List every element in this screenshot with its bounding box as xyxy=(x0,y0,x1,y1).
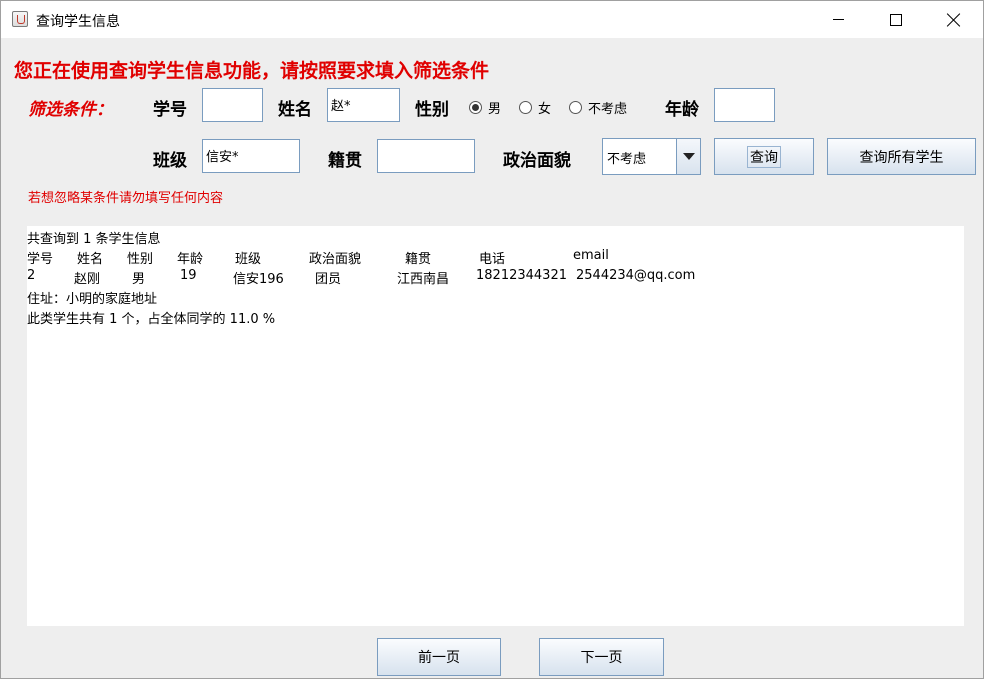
political-status-label: 政治面貌 xyxy=(503,151,571,171)
next-page-button[interactable]: 下一页 xyxy=(539,638,664,676)
java-app-icon xyxy=(12,11,28,27)
chevron-down-icon[interactable] xyxy=(676,139,700,174)
result-cell-class: 信安196 xyxy=(233,272,284,287)
result-cell-phone: 18212344321 xyxy=(476,268,567,283)
result-header-email: email xyxy=(573,248,609,263)
hint-text: 若想忽略某条件请勿填写任何内容 xyxy=(28,191,224,206)
close-icon xyxy=(947,13,961,27)
prev-page-label: 前一页 xyxy=(418,650,460,666)
gender-radio-male[interactable]: 男 xyxy=(469,98,501,117)
maximize-icon xyxy=(890,13,902,26)
result-header-gender: 性别 xyxy=(127,252,154,267)
result-cell-political: 团员 xyxy=(315,272,342,287)
political-status-value: 不考虑 xyxy=(607,152,647,167)
result-header-class: 班级 xyxy=(235,252,262,267)
window-title: 查询学生信息 xyxy=(36,14,120,30)
minimize-button[interactable] xyxy=(809,1,867,38)
result-header-political: 政治面貌 xyxy=(309,252,362,267)
query-button[interactable]: 查询 xyxy=(714,138,814,175)
age-input[interactable] xyxy=(714,88,775,122)
result-cell-gender: 男 xyxy=(132,272,146,287)
name-label: 姓名 xyxy=(278,100,312,120)
age-label: 年龄 xyxy=(665,100,699,120)
filter-label: 筛选条件： xyxy=(28,100,113,120)
prev-page-button[interactable]: 前一页 xyxy=(377,638,501,676)
query-all-button-label: 查询所有学生 xyxy=(859,149,944,166)
result-cell-name: 赵刚 xyxy=(74,272,101,287)
result-cell-native: 江西南昌 xyxy=(397,272,450,287)
gender-option-label: 不考虑 xyxy=(588,102,628,117)
gender-option-label: 女 xyxy=(538,102,552,117)
result-header-phone: 电话 xyxy=(479,252,506,267)
minimize-icon xyxy=(832,19,844,20)
result-address: 住址：小明的家庭地址 xyxy=(27,292,158,307)
result-cell-age: 19 xyxy=(180,268,197,283)
query-all-button[interactable]: 查询所有学生 xyxy=(827,138,976,175)
class-label: 班级 xyxy=(153,151,187,171)
gender-radio-any[interactable]: 不考虑 xyxy=(569,98,627,117)
page-headline: 您正在使用查询学生信息功能，请按照要求填入筛选条件 xyxy=(14,60,490,82)
query-student-window: 查询学生信息 您正在使用查询学生信息功能，请按照要求填入筛选条件 筛选条件： 学… xyxy=(0,0,984,679)
student-id-label: 学号 xyxy=(153,100,187,120)
native-place-input[interactable] xyxy=(377,139,475,173)
query-button-label: 查询 xyxy=(747,145,781,168)
result-header-id: 学号 xyxy=(27,252,54,267)
native-place-label: 籍贯 xyxy=(328,151,362,171)
class-input[interactable]: 信安* xyxy=(202,139,300,173)
result-stats: 此类学生共有 1 个，占全体同学的 11.0 % xyxy=(27,312,276,327)
result-text-area[interactable]: 共查询到 1 条学生信息 学号 姓名 性别 年龄 班级 政治面貌 籍贯 电话 e… xyxy=(27,226,964,626)
result-header-native: 籍贯 xyxy=(405,252,432,267)
result-summary: 共查询到 1 条学生信息 xyxy=(27,232,161,247)
radio-unselected-icon xyxy=(519,101,532,114)
radio-unselected-icon xyxy=(569,101,582,114)
result-cell-id: 2 xyxy=(27,268,36,283)
maximize-button[interactable] xyxy=(867,1,925,38)
name-input[interactable]: 赵* xyxy=(327,88,400,122)
gender-radio-female[interactable]: 女 xyxy=(519,98,551,117)
result-header-name: 姓名 xyxy=(77,252,104,267)
next-page-label: 下一页 xyxy=(580,650,623,666)
result-cell-email: 2544234@qq.com xyxy=(576,268,696,283)
close-button[interactable] xyxy=(925,1,983,38)
gender-label: 性别 xyxy=(415,100,449,120)
title-bar[interactable]: 查询学生信息 xyxy=(1,1,983,38)
gender-option-label: 男 xyxy=(488,102,502,117)
radio-selected-icon xyxy=(469,101,482,114)
political-status-select[interactable]: 不考虑 xyxy=(602,138,701,175)
result-header-age: 年龄 xyxy=(177,252,204,267)
student-id-input[interactable] xyxy=(202,88,263,122)
